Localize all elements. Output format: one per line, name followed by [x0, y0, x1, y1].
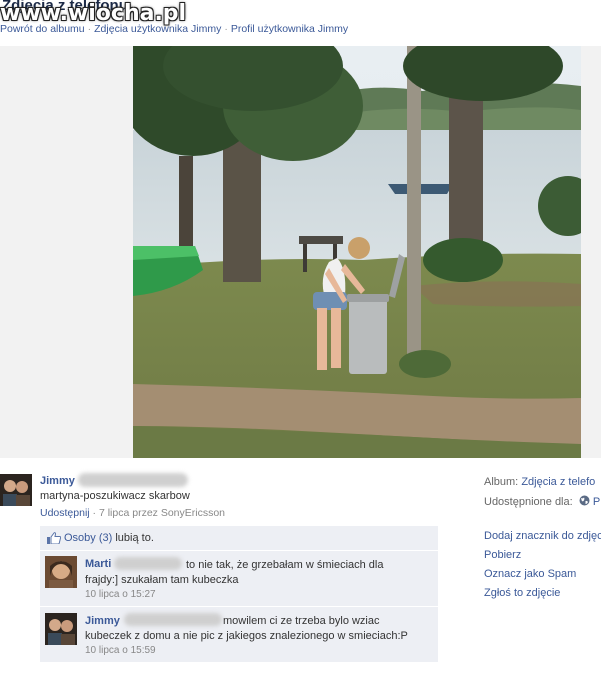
download-link[interactable]: Pobierz [484, 549, 521, 561]
owner-avatar[interactable] [0, 474, 32, 506]
comment-divider [40, 606, 438, 607]
breadcrumb-separator: · [224, 23, 228, 35]
comment-avatar[interactable] [45, 556, 77, 588]
comment-avatar-image [45, 556, 77, 588]
globe-icon [579, 495, 590, 506]
share-link[interactable]: Udostępnij [40, 507, 90, 519]
likes-suffix: lubią to. [115, 532, 154, 544]
main-photo[interactable] [133, 46, 581, 458]
comment-text-line1: to nie tak, że grzebałam w śmieciach dla [186, 559, 384, 571]
share-row: Udostępnij · 7 lipca przez SonyEricsson [40, 507, 225, 519]
report-photo-link[interactable]: Zgłoś to zdjęcie [484, 587, 560, 599]
blurred-surname [78, 473, 188, 487]
blurred-surname [114, 557, 182, 570]
thumbs-up-icon [47, 532, 61, 544]
comment-text-line2: kubeczek z domu a nie pic z jakiegos zna… [85, 630, 408, 642]
album-row: Album: Zdjęcia z telefo [484, 476, 595, 488]
photo-illustration [133, 46, 581, 458]
privacy-label: Udostępnione dla: [484, 496, 573, 508]
comment-author-link[interactable]: Jimmy [85, 615, 120, 627]
comment-text-line2: frajdy:] szukałam tam kubeczka [85, 574, 239, 586]
comment-avatar[interactable] [45, 613, 77, 645]
privacy-row: Udostępnione dla: P [484, 495, 600, 508]
album-link[interactable]: Zdjęcia z telefo [521, 476, 595, 488]
post-meta: 7 lipca przez SonyEricsson [98, 507, 226, 519]
comment-timestamp[interactable]: 10 lipca o 15:27 [85, 589, 156, 600]
comment-text-line1: mowilem ci ze trzeba bylo wziac [223, 615, 380, 627]
owner-name-link[interactable]: Jimmy [40, 475, 75, 487]
album-label: Album: [484, 476, 519, 488]
blurred-surname [124, 613, 222, 626]
comment-avatar-image [45, 613, 77, 645]
privacy-value[interactable]: P [593, 496, 600, 508]
photo-caption: martyna-poszukiwacz skarbow [40, 490, 190, 502]
likes-text: Osoby (3) lubią to. [64, 532, 154, 544]
watermark: www.wiocha.pl [0, 1, 187, 26]
comment-author-link[interactable]: Marti [85, 558, 111, 570]
comment-timestamp[interactable]: 10 lipca o 15:59 [85, 645, 156, 656]
owner-avatar-image [0, 474, 32, 506]
user-profile-link[interactable]: Profil użytkownika Jimmy [231, 23, 348, 35]
tag-photo-link[interactable]: Dodaj znacznik do zdjęc [484, 530, 601, 542]
likers-link[interactable]: Osoby (3) [64, 532, 112, 544]
mark-spam-link[interactable]: Oznacz jako Spam [484, 568, 576, 580]
